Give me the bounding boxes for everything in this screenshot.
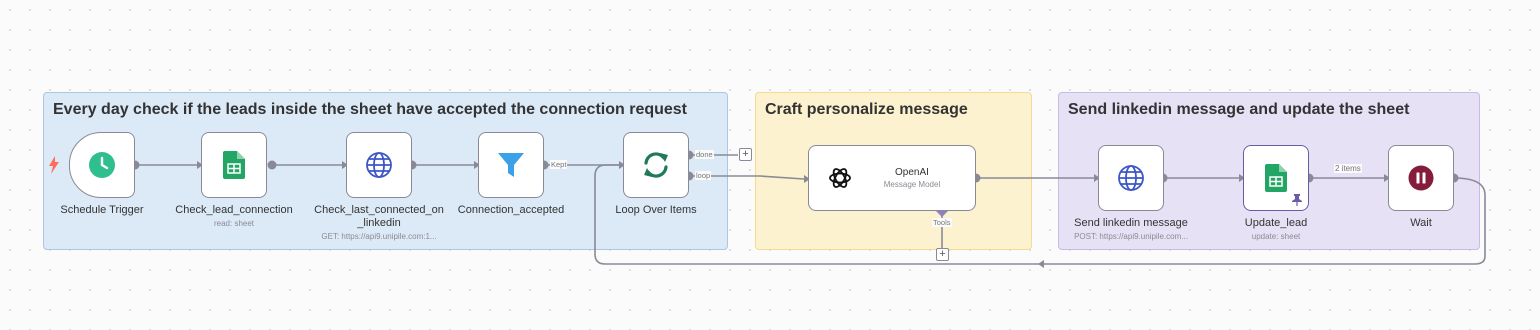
node-update-lead[interactable]	[1243, 145, 1309, 211]
globe-icon	[366, 152, 392, 178]
openai-icon	[829, 168, 851, 188]
loop-icon	[644, 152, 668, 178]
node-connection-accepted[interactable]	[478, 132, 544, 198]
connection-label-tools: Tools	[932, 218, 952, 227]
trigger-bolt-icon	[49, 156, 59, 174]
connection-label-done: done	[695, 150, 714, 159]
node-subtitle: Message Model	[883, 180, 941, 189]
output-handle	[267, 160, 277, 170]
add-node-button[interactable]: +	[739, 148, 752, 161]
node-subtitle: update: sheet	[1251, 232, 1301, 241]
globe-icon	[1118, 165, 1144, 191]
pause-icon	[1408, 165, 1434, 191]
node-label: Loop Over Items	[615, 204, 697, 216]
node-schedule-trigger[interactable]	[69, 132, 135, 198]
add-tool-button[interactable]: +	[936, 248, 949, 261]
node-check-lead-connection[interactable]	[201, 132, 267, 198]
filter-icon	[498, 153, 524, 177]
connection-label-loop: loop	[695, 171, 712, 180]
node-title: OpenAI	[895, 167, 929, 178]
google-sheets-icon	[223, 151, 245, 179]
connection-label-items-count: 2 items	[1334, 164, 1362, 173]
connection-label-kept: Kept	[550, 160, 568, 169]
node-send-linkedin-message[interactable]	[1098, 145, 1164, 211]
arrowhead	[1038, 260, 1044, 268]
node-label: Wait	[1410, 217, 1432, 229]
node-loop-over-items[interactable]	[623, 132, 689, 198]
node-openai[interactable]: OpenAI Message Model	[808, 145, 976, 211]
node-wait[interactable]	[1388, 145, 1454, 211]
node-check-last-connected[interactable]	[346, 132, 412, 198]
clock-icon	[89, 152, 115, 178]
google-sheets-icon	[1265, 164, 1287, 192]
pin-icon	[1292, 194, 1302, 206]
node-subtitle: GET: https://api9.unipile.com:1...	[321, 232, 437, 241]
